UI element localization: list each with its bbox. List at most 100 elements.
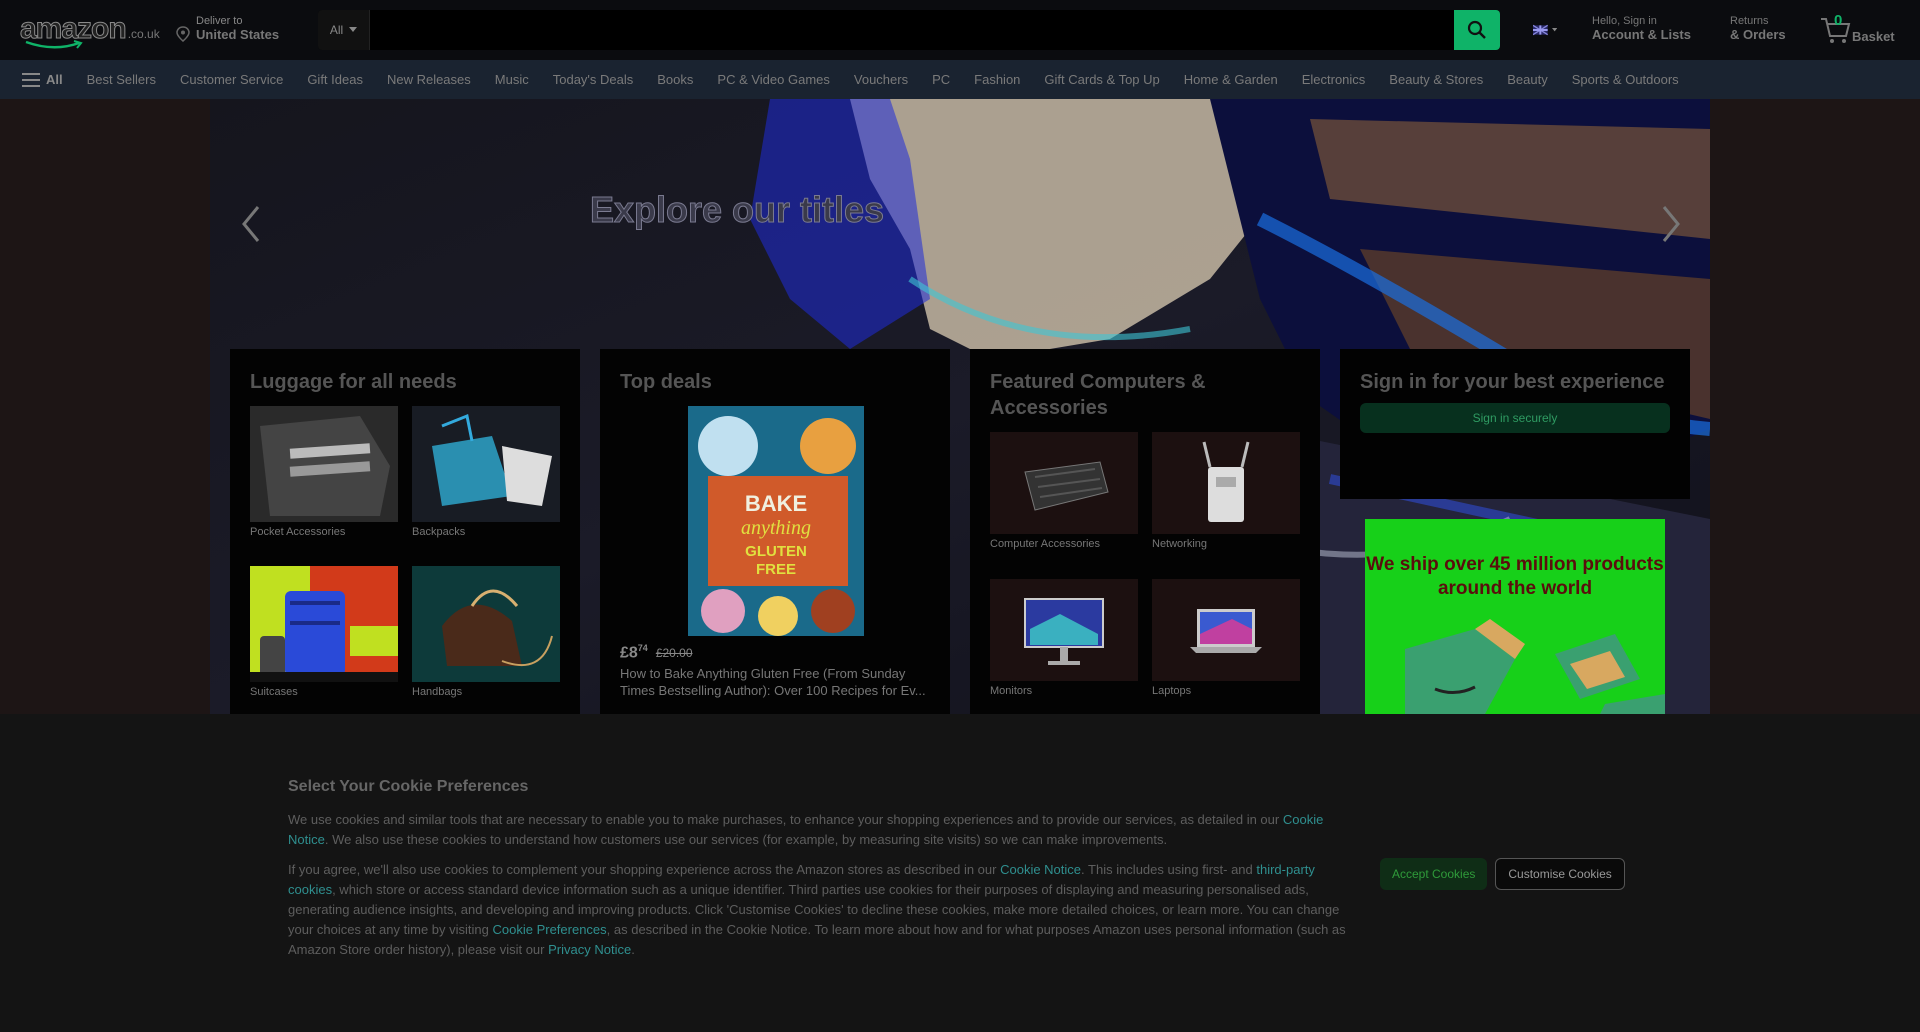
deal-current-price: £874	[620, 643, 648, 662]
customise-cookies-button[interactable]: Customise Cookies	[1495, 858, 1625, 890]
deliver-label: Deliver to	[196, 15, 243, 27]
quad-label: Laptops	[1152, 685, 1192, 697]
nav-item-gift-cards[interactable]: Gift Cards & Top Up	[1044, 72, 1159, 87]
quad-item[interactable]: Backpacks	[412, 406, 560, 538]
nav-item-beauty[interactable]: Beauty	[1507, 72, 1547, 87]
cookie-banner: Select Your Cookie Preferences We use co…	[0, 714, 1920, 1032]
language-selector[interactable]	[1533, 22, 1557, 38]
signin-button[interactable]: Sign in securely	[1360, 403, 1670, 433]
nav-item-beauty-stores[interactable]: Beauty & Stores	[1389, 72, 1483, 87]
quad-image	[1152, 432, 1300, 534]
svg-text:anything: anything	[741, 517, 811, 539]
nav-item-home-garden[interactable]: Home & Garden	[1184, 72, 1278, 87]
uk-flag-icon	[1533, 24, 1548, 36]
nav-item-fashion[interactable]: Fashion	[974, 72, 1020, 87]
price-fraction: 74	[637, 643, 648, 653]
quad-image	[990, 579, 1138, 681]
deal-price: £874 £20.00	[620, 643, 693, 662]
deliver-to[interactable]: Deliver to United States	[176, 14, 279, 42]
svg-text:FREE: FREE	[756, 561, 796, 578]
logo-tld: .co.uk	[127, 27, 160, 41]
quad-item[interactable]: Suitcases	[250, 566, 398, 698]
accept-cookies-button[interactable]: Accept Cookies	[1380, 858, 1488, 890]
deliver-location: United States	[196, 27, 280, 42]
quad-item[interactable]: Computer Accessories	[990, 432, 1138, 550]
nav-item-electronics[interactable]: Electronics	[1302, 72, 1366, 87]
card-title: Top deals	[620, 371, 712, 393]
returns-label: Returns	[1730, 15, 1769, 27]
basket-label: Basket	[1852, 29, 1895, 44]
card-computers: Featured Computers & Accessories Compute…	[970, 349, 1320, 714]
quad-label: Monitors	[990, 685, 1033, 697]
account-greeting: Hello, Sign in	[1592, 15, 1657, 27]
carousel-next-arrow-icon[interactable]	[1656, 199, 1686, 249]
shipping-ad[interactable]: We ship over 45 million products around …	[1365, 519, 1665, 714]
account-lists[interactable]: Hello, Sign in Account & Lists	[1592, 14, 1691, 43]
quad-item[interactable]: Monitors	[990, 579, 1138, 697]
quad-item[interactable]: Pocket Accessories	[250, 406, 398, 538]
carousel-prev-arrow-icon[interactable]	[236, 199, 266, 249]
nav-bar: All Best Sellers Customer Service Gift I…	[0, 60, 1920, 99]
quad-label: Suitcases	[250, 686, 298, 698]
boxes-illustration	[1405, 619, 1665, 714]
nav-item-best-sellers[interactable]: Best Sellers	[87, 72, 156, 87]
quad-item[interactable]: Laptops	[1152, 579, 1300, 697]
quad-label: Handbags	[412, 686, 463, 698]
nav-item-books[interactable]: Books	[657, 72, 693, 87]
quad-image	[412, 566, 560, 682]
nav-item-sports-outdoors[interactable]: Sports & Outdoors	[1572, 72, 1679, 87]
quad-image	[1152, 579, 1300, 681]
card-title: Featured Computers & Accessories	[990, 371, 1206, 419]
cookie-text: .	[631, 942, 635, 957]
top-header: amazon .co.uk Deliver to United States Al…	[0, 0, 1920, 60]
quad-label: Computer Accessories	[990, 538, 1101, 550]
search-category-select[interactable]: All	[318, 10, 370, 50]
nav-item-music[interactable]: Music	[495, 72, 529, 87]
cookie-notice-link[interactable]: Cookie Notice	[1000, 862, 1081, 877]
deal-product-image[interactable]: BAKE anything GLUTEN FREE	[688, 406, 864, 636]
nav-item-gift-ideas[interactable]: Gift Ideas	[307, 72, 363, 87]
basket[interactable]: 0 Basket	[1820, 12, 1910, 48]
account-lists-label: Account & Lists	[1592, 27, 1691, 42]
nav-item-pc-video-games[interactable]: PC & Video Games	[717, 72, 829, 87]
hero-title: Explore our titles	[589, 189, 885, 231]
cookie-content: Select Your Cookie Preferences We use co…	[288, 778, 1353, 970]
nav-item-vouchers[interactable]: Vouchers	[854, 72, 908, 87]
smile-icon	[25, 40, 83, 49]
privacy-notice-link[interactable]: Privacy Notice	[548, 942, 631, 957]
nav-item-todays-deals[interactable]: Today's Deals	[553, 72, 634, 87]
deal-product-title[interactable]: How to Bake Anything Gluten Free (From S…	[620, 665, 935, 699]
cookie-actions: Accept Cookies Customise Cookies	[1380, 858, 1625, 890]
quad-item[interactable]: Handbags	[412, 566, 560, 698]
card-luggage: Luggage for all needs Pocket Accessories…	[230, 349, 580, 714]
search-input[interactable]	[370, 10, 1454, 50]
search-icon	[1467, 20, 1486, 39]
cookie-text: . This includes using first- and	[1081, 862, 1257, 877]
nav-item-new-releases[interactable]: New Releases	[387, 72, 471, 87]
card-title: Sign in for your best experience	[1360, 371, 1665, 393]
returns-orders[interactable]: Returns & Orders	[1730, 14, 1786, 43]
deal-was-price: £20.00	[655, 646, 693, 661]
svg-text:BAKE: BAKE	[745, 491, 807, 516]
quad-image	[250, 406, 398, 522]
caret-down-icon	[1551, 28, 1557, 32]
card-title: Luggage for all needs	[250, 371, 457, 393]
nav-item-pc[interactable]: PC	[932, 72, 950, 87]
quad-item[interactable]: Networking	[1152, 432, 1300, 550]
nav-all-label: All	[46, 72, 63, 87]
nav-all-menu[interactable]: All	[22, 72, 63, 87]
amazon-logo[interactable]: amazon .co.uk	[20, 12, 160, 49]
basket-count: 0	[1834, 12, 1843, 29]
cookie-text: . We also use these cookies to understan…	[324, 832, 1168, 847]
nav-item-customer-service[interactable]: Customer Service	[180, 72, 283, 87]
quad-image	[412, 406, 560, 522]
card-top-deals: Top deals BAKE anything GLUTEN FREE £874…	[600, 349, 950, 714]
price-whole: £8	[620, 644, 638, 662]
cookie-paragraph-2: If you agree, we'll also use cookies to …	[288, 860, 1353, 960]
cookie-text: We use cookies and similar tools that ar…	[288, 812, 1283, 827]
cookie-preferences-link[interactable]: Cookie Preferences	[492, 922, 606, 937]
search-button[interactable]	[1454, 10, 1500, 50]
orders-label: & Orders	[1730, 27, 1786, 42]
cookie-paragraph-1: We use cookies and similar tools that ar…	[288, 810, 1353, 850]
quad-image	[250, 566, 398, 682]
